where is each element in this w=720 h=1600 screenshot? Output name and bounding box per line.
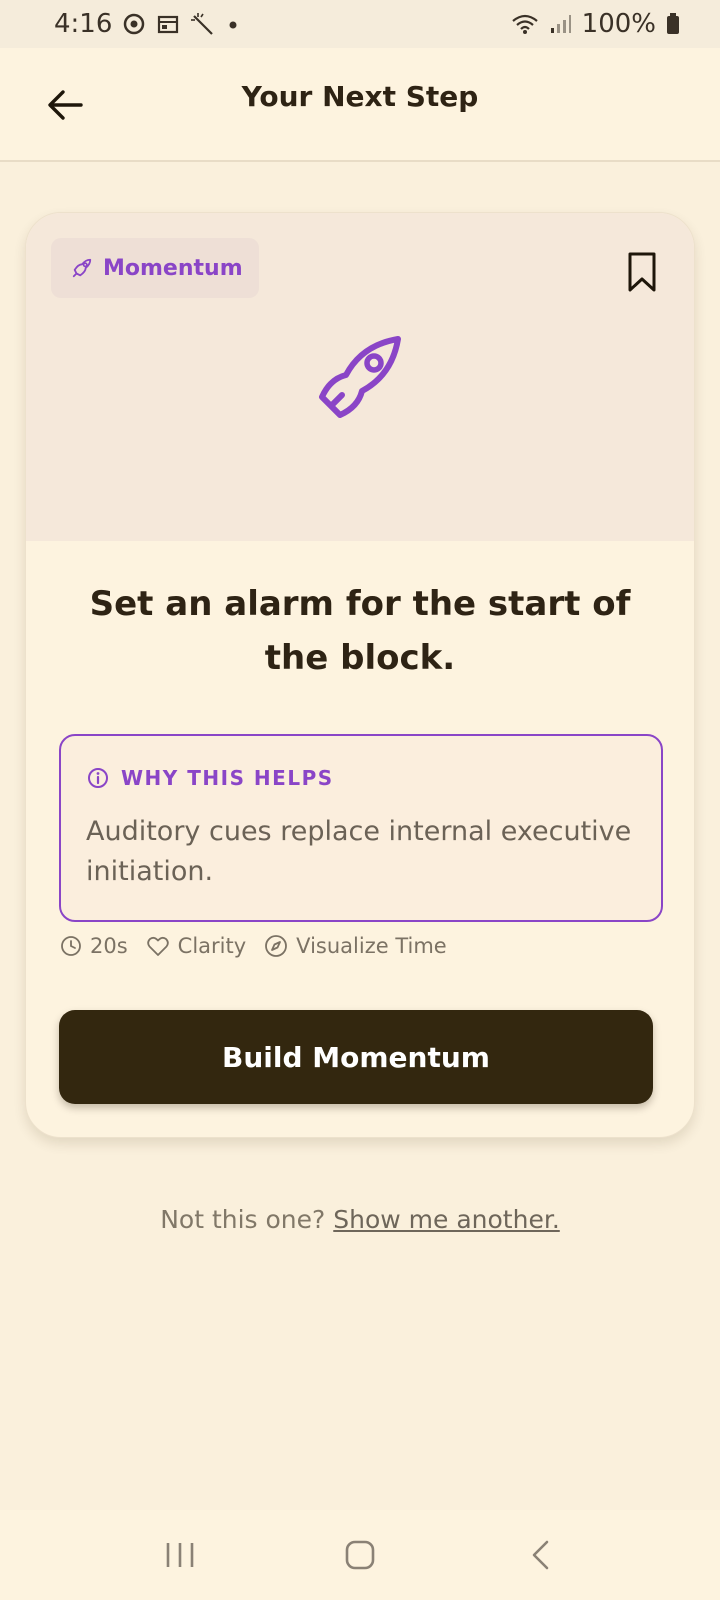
rocket-icon <box>72 258 92 278</box>
clock-icon <box>61 936 81 956</box>
bookmark-icon <box>628 252 656 292</box>
recent-apps-icon <box>166 1543 194 1567</box>
task-title: Set an alarm for the start of the block. <box>89 584 631 678</box>
build-momentum-button[interactable]: Build Momentum <box>59 1010 653 1104</box>
system-back-button[interactable] <box>510 1525 570 1585</box>
signal-icon <box>550 15 571 33</box>
info-icon <box>88 768 108 788</box>
meta-duration-label: 20s <box>90 934 128 958</box>
alternative-prompt-text: Not this one? <box>160 1205 326 1234</box>
show-another-link[interactable]: Show me another. <box>333 1205 560 1234</box>
why-this-helps-box: WHY THIS HELPS Auditory cues replace int… <box>59 734 663 922</box>
recent-apps-button[interactable] <box>150 1525 210 1585</box>
why-header: WHY THIS HELPS <box>87 766 334 790</box>
sync-icon <box>124 13 145 35</box>
magic-wand-icon <box>191 13 214 35</box>
card-hero: Momentum <box>26 213 694 541</box>
meta-strategy: Visualize Time <box>264 934 447 958</box>
battery-level: 100% <box>581 9 656 39</box>
alternative-prompt: Not this one? Show me another. <box>0 1205 720 1234</box>
system-nav-bar <box>0 1510 720 1600</box>
wifi-icon <box>511 14 538 34</box>
notification-dot-icon <box>229 21 237 29</box>
chevron-left-icon <box>532 1540 549 1570</box>
meta-benefit: Clarity <box>146 934 247 958</box>
battery-icon <box>667 13 679 34</box>
why-text: Auditory cues replace internal executive… <box>86 816 632 887</box>
status-right: 100% <box>510 9 680 39</box>
status-time: 4:16 <box>54 9 113 39</box>
calendar-icon <box>158 15 179 34</box>
meta-strategy-label: Visualize Time <box>296 934 447 958</box>
meta-duration: 20s <box>60 934 128 958</box>
rocket-icon <box>319 336 401 418</box>
why-heading: WHY THIS HELPS <box>121 766 334 790</box>
heart-icon <box>146 936 169 956</box>
app-header: Your Next Step <box>0 48 720 162</box>
home-button[interactable] <box>330 1525 390 1585</box>
status-left: 4:16 <box>54 9 240 39</box>
compass-icon <box>265 935 288 957</box>
page-title: Your Next Step <box>241 80 479 113</box>
bookmark-button[interactable] <box>626 249 658 295</box>
meta-benefit-label: Clarity <box>177 934 247 958</box>
next-step-card: Momentum Set an alarm for the start of t… <box>25 212 695 1138</box>
meta-row: 20s Clarity Visualize Time <box>60 931 447 961</box>
home-icon <box>345 1540 375 1570</box>
category-tag-label: Momentum <box>103 255 243 281</box>
status-bar: 4:16 100% <box>0 0 720 48</box>
category-tag: Momentum <box>51 238 259 298</box>
